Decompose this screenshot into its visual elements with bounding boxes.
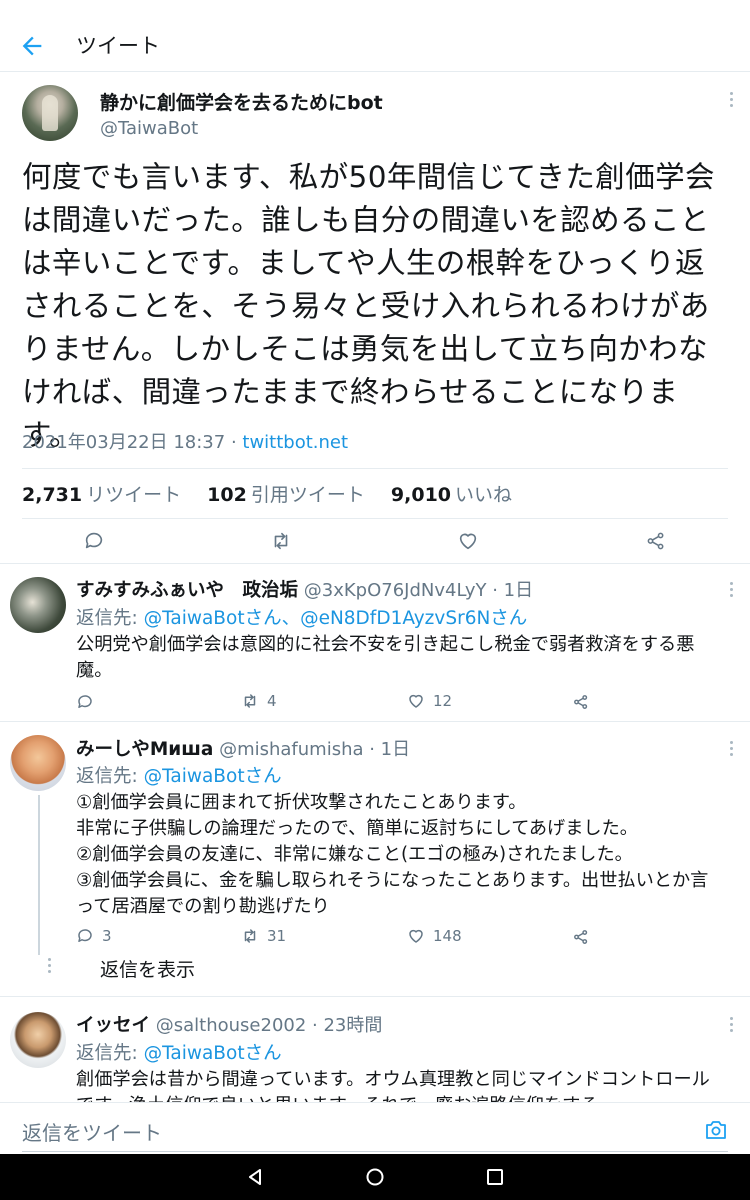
author-name[interactable]: 静かに創価学会を去るためにbot <box>100 88 383 115</box>
share-icon[interactable] <box>645 530 667 552</box>
retweet-count: 4 <box>267 692 277 710</box>
retweet-count: 31 <box>267 927 287 945</box>
reply-author-name[interactable]: イッセイ <box>76 1015 150 1036</box>
reply-to-prefix: 返信先: <box>76 608 144 629</box>
share-icon[interactable] <box>572 928 590 946</box>
divider <box>0 563 750 564</box>
like-action[interactable]: 12 <box>407 692 452 710</box>
like-action[interactable]: 148 <box>407 927 462 945</box>
avatar[interactable] <box>22 85 78 141</box>
retweet-icon <box>244 694 256 708</box>
camera-icon[interactable] <box>704 1119 728 1141</box>
avatar[interactable] <box>10 1012 66 1068</box>
reply-compose-input[interactable]: 返信をツイート <box>22 1117 162 1146</box>
like-count: 148 <box>433 927 462 945</box>
tweet-meta: 2021年03月22日 18:37 · twittbot.net <box>22 428 348 454</box>
reply-icon <box>78 929 92 942</box>
like-count: 12 <box>433 692 453 710</box>
system-navigation-bar <box>0 1154 750 1200</box>
reply-author-name[interactable]: すみすみふぁいや 政治垢 <box>76 580 298 601</box>
retweet-action[interactable]: 31 <box>241 927 286 945</box>
reply-handle-time[interactable]: @3xKpO76JdNv4LyY · 1日 <box>304 580 533 601</box>
retweet-label: リツイート <box>86 484 182 506</box>
tweet-date: 2021年03月22日 18:37 <box>22 432 226 453</box>
reply-action[interactable]: 3 <box>76 927 112 945</box>
more-options-icon[interactable] <box>728 92 734 110</box>
reply-to: 返信先: @TaiwaBotさん、@eN8DfD1AyzvSr6Nさん <box>76 604 527 630</box>
reply-to-handles[interactable]: @TaiwaBotさん、@eN8DfD1AyzvSr6Nさん <box>144 608 528 629</box>
show-replies-link[interactable]: 返信を表示 <box>100 957 750 983</box>
reply-author-name[interactable]: みーしやMиша <box>76 739 213 760</box>
like-label: いいね <box>455 484 513 506</box>
top-bar: ツイート <box>0 0 750 72</box>
author-handle[interactable]: @TaiwaBot <box>100 118 198 139</box>
retweet-stat[interactable]: 2,731 リツイート <box>22 484 201 506</box>
retweet-count: 2,731 <box>22 484 83 506</box>
page-title: ツイート <box>76 34 160 58</box>
like-icon <box>409 929 423 943</box>
more-options-icon[interactable] <box>728 1017 734 1035</box>
divider <box>22 468 728 469</box>
reply-header: すみすみふぁいや 政治垢 @3xKpO76JdNv4LyY · 1日 <box>76 576 533 602</box>
reply-text: 公明党や創価学会は意図的に社会不安を引き起こし税金で弱者救済をする悪魔。 <box>76 634 695 681</box>
quote-count: 102 <box>207 484 247 506</box>
divider <box>22 518 728 519</box>
meta-separator: · <box>225 432 243 453</box>
retweet-icon[interactable] <box>270 530 292 552</box>
divider <box>0 996 750 997</box>
tweet-source-link[interactable]: twittbot.net <box>242 432 348 453</box>
share-icon[interactable] <box>572 693 590 711</box>
tweet-stats: 2,731 リツイート 102 引用ツイート 9,010 いいね <box>22 480 532 507</box>
retweet-icon <box>244 929 256 943</box>
tweet-text: 何度でも言います、私が50年間信じてきた創価学会は間違いだった。誰しも自分の間違… <box>22 160 715 452</box>
reply-handle-time[interactable]: @salthouse2002 · 23時間 <box>156 1015 383 1036</box>
thread-dots-icon <box>46 958 52 976</box>
reply-to-prefix: 返信先: <box>76 766 144 787</box>
divider <box>0 721 750 722</box>
reply-count: 3 <box>102 927 112 945</box>
reply-to-handles[interactable]: @TaiwaBotさん <box>144 766 282 787</box>
reply-to: 返信先: @TaiwaBotさん <box>76 1039 282 1065</box>
nav-back-icon[interactable] <box>245 1167 265 1187</box>
reply-to: 返信先: @TaiwaBotさん <box>76 762 282 788</box>
more-options-icon[interactable] <box>728 741 734 759</box>
like-stat[interactable]: 9,010 いいね <box>391 484 532 506</box>
compose-underline <box>22 1151 728 1152</box>
reply-icon[interactable] <box>76 693 94 711</box>
like-icon[interactable] <box>457 530 479 552</box>
reply-header: イッセイ @salthouse2002 · 23時間 <box>76 1011 382 1037</box>
reply-text: ①創価学会員に囲まれて折伏攻撃されたことあります。 非常に子供騙しの論理だったの… <box>76 792 709 917</box>
reply-header: みーしやMиша @mishafumisha · 1日 <box>76 735 410 761</box>
reply-icon[interactable] <box>83 530 105 552</box>
like-icon <box>409 694 423 708</box>
back-arrow-icon[interactable] <box>18 32 46 60</box>
retweet-action[interactable]: 4 <box>241 692 277 710</box>
reply-handle-time[interactable]: @mishafumisha · 1日 <box>219 739 410 760</box>
thread-line <box>38 795 40 955</box>
quote-label: 引用ツイート <box>250 484 365 506</box>
reply-compose-bar[interactable]: 返信をツイート <box>0 1102 750 1154</box>
avatar[interactable] <box>10 735 66 791</box>
like-count: 9,010 <box>390 484 452 506</box>
avatar[interactable] <box>10 577 66 633</box>
reply-to-handles[interactable]: @TaiwaBotさん <box>144 1043 282 1064</box>
reply-to-prefix: 返信先: <box>76 1043 144 1064</box>
nav-home-icon[interactable] <box>365 1167 385 1187</box>
nav-recents-icon[interactable] <box>485 1167 505 1187</box>
quote-stat[interactable]: 102 引用ツイート <box>207 484 385 506</box>
more-options-icon[interactable] <box>728 582 734 600</box>
